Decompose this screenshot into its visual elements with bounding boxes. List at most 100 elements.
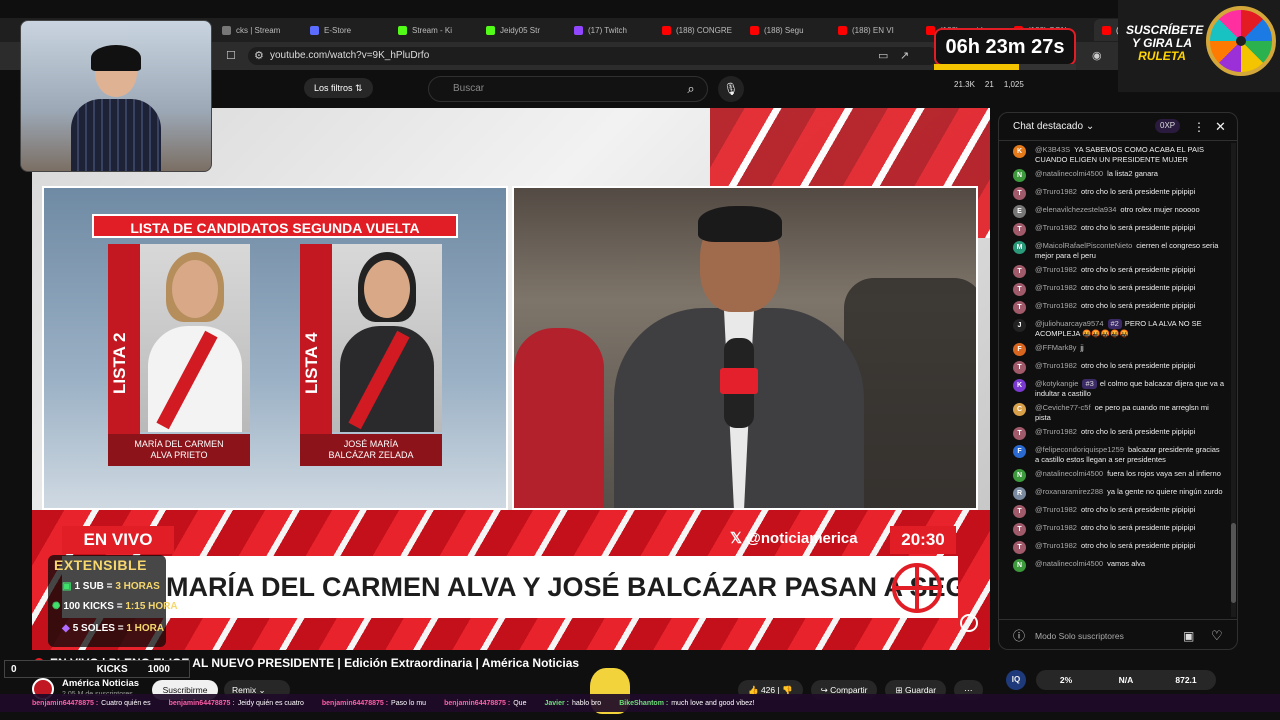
- close-icon[interactable]: ✕: [1215, 113, 1226, 141]
- chat-message: T @Truro1982 otro cho lo será presidente p…: [999, 263, 1231, 281]
- install-icon[interactable]: ▭: [878, 49, 888, 62]
- user-avatar[interactable]: F: [1013, 445, 1026, 458]
- user-avatar[interactable]: K: [1013, 379, 1026, 392]
- heart-icon[interactable]: ♡: [1211, 620, 1223, 649]
- message-author[interactable]: @Truro1982: [1035, 223, 1077, 232]
- chat-mode-dropdown[interactable]: Chat destacado ⌄: [1013, 121, 1094, 132]
- message-text: otro cho lo será presidente pipipipi: [1080, 505, 1196, 514]
- message-author[interactable]: @roxanaramirez288: [1035, 487, 1103, 496]
- message-author[interactable]: @kotykangie: [1035, 379, 1078, 388]
- message-author[interactable]: @natalinecolmi4500: [1035, 469, 1103, 478]
- roulette-wheel-icon: [1206, 6, 1276, 76]
- browser-tab[interactable]: Jeidy05 Str: [478, 19, 564, 41]
- user-avatar[interactable]: T: [1013, 427, 1026, 440]
- reporter-panel: [512, 186, 978, 510]
- user-avatar[interactable]: C: [1013, 403, 1026, 416]
- user-avatar[interactable]: M: [1013, 241, 1026, 254]
- user-avatar[interactable]: T: [1013, 223, 1026, 236]
- user-avatar[interactable]: T: [1013, 187, 1026, 200]
- search-icon[interactable]: ⌕: [675, 77, 707, 101]
- scrollbar-thumb[interactable]: [1231, 523, 1236, 603]
- browser-tab[interactable]: E-Store: [302, 19, 388, 41]
- filters-label: Los filtros: [314, 83, 353, 93]
- url-field[interactable]: youtube.com/watch?v=9K_hPluDrfo: [248, 47, 938, 65]
- message-text: otro cho lo será presidente pipipipi: [1080, 301, 1196, 310]
- info-icon[interactable]: ⓘ: [1013, 620, 1025, 649]
- site-info-icon[interactable]: ⚙: [254, 49, 264, 62]
- row-right: 1:15 HORA: [125, 601, 178, 612]
- xp-badge[interactable]: 0XP: [1155, 119, 1181, 133]
- video-player[interactable]: LISTA DE CANDIDATOS SEGUNDA VUELTA LISTA…: [32, 108, 990, 650]
- coin-icon: ◆: [62, 623, 70, 634]
- ticker-user: BikeShantom :: [619, 699, 669, 707]
- message-author[interactable]: @elenavilchezestela934: [1035, 205, 1116, 214]
- url-text: youtube.com/watch?v=9K_hPluDrfo: [270, 50, 430, 61]
- chat-message: M @MaicolRafaelPiscontеNieto cierren el co…: [999, 239, 1231, 263]
- message-author[interactable]: @FFMark8y: [1035, 343, 1076, 352]
- chat-message: E @elenavilchezestela934 otro rolex mujer …: [999, 203, 1231, 221]
- user-avatar[interactable]: T: [1013, 541, 1026, 554]
- message-author[interactable]: @juliohuarcaya9574: [1035, 319, 1104, 328]
- message-author[interactable]: @Truro1982: [1035, 541, 1077, 550]
- tab-favicon-icon: [662, 25, 671, 35]
- user-avatar[interactable]: K: [1013, 145, 1026, 158]
- tab-label: Jeidy05 Str: [500, 25, 541, 35]
- browser-tab[interactable]: (188) CONGRE: [654, 19, 740, 41]
- user-avatar[interactable]: T: [1013, 505, 1026, 518]
- user-avatar[interactable]: N: [1013, 169, 1026, 182]
- tab-label: (17) Twitch: [588, 25, 627, 35]
- more-options-icon[interactable]: ⋮: [1193, 113, 1205, 141]
- user-avatar[interactable]: T: [1013, 361, 1026, 374]
- bookmark-icon[interactable]: ☐: [226, 49, 236, 62]
- money-icon[interactable]: ▣: [1183, 620, 1194, 649]
- message-author[interactable]: @felipecondoriquispe1259: [1035, 445, 1124, 454]
- row-left: 5 SOLES =: [72, 623, 127, 634]
- candidate-card: LISTA 2 MARÍA DEL CARMEN ALVA PRIETO: [108, 244, 250, 466]
- browser-tab[interactable]: (188) EN VI: [830, 19, 916, 41]
- message-author[interactable]: @Ceviche77-c5f: [1035, 403, 1091, 412]
- user-avatar[interactable]: N: [1013, 469, 1026, 482]
- message-author[interactable]: @Truro1982: [1035, 427, 1077, 436]
- chat-scrollbar[interactable]: [1231, 143, 1236, 617]
- message-author[interactable]: @Truro1982: [1035, 505, 1077, 514]
- message-author[interactable]: @Truro1982: [1035, 187, 1077, 196]
- browser-tab[interactable]: Stream - Ki: [390, 19, 476, 41]
- extension-icon[interactable]: ◉: [1092, 49, 1102, 62]
- user-avatar[interactable]: E: [1013, 205, 1026, 218]
- social-handle: 𝕏 @noticiamerica: [730, 530, 858, 547]
- user-avatar[interactable]: T: [1013, 301, 1026, 314]
- share-icon[interactable]: ↗: [900, 49, 909, 62]
- extensible-panel: EXTENSIBLE ▣ 1 SUB = 3 HORAS ✺ 100 KICKS =…: [48, 555, 178, 647]
- message-author[interactable]: @K3B43S: [1035, 145, 1070, 154]
- microphone-icon[interactable]: 🎙: [718, 76, 744, 102]
- browser-tab[interactable]: cks | Stream: [214, 19, 300, 41]
- message-author[interactable]: @Truro1982: [1035, 361, 1077, 370]
- user-avatar[interactable]: T: [1013, 523, 1026, 536]
- message-author[interactable]: @natalinecolmi4500: [1035, 169, 1103, 178]
- stat-likes: 21: [984, 80, 994, 89]
- extensible-row: ◆ 5 SOLES = 1 HORA: [62, 623, 164, 634]
- user-avatar[interactable]: T: [1013, 265, 1026, 278]
- user-avatar[interactable]: F: [1013, 343, 1026, 356]
- user-avatar[interactable]: T: [1013, 283, 1026, 296]
- message-author[interactable]: @Truro1982: [1035, 301, 1077, 310]
- row-left: 100 KICKS =: [63, 601, 126, 612]
- chat-message: F @felipecondoriquispe1259 balcazar presid…: [999, 443, 1231, 467]
- message-author[interactable]: @Truro1982: [1035, 523, 1077, 532]
- chat-messages: K @K3B43S YA SABEMOS COMO ACABA EL PAIS CU…: [999, 143, 1231, 617]
- tab-favicon-icon: [398, 25, 407, 35]
- filters-button[interactable]: Los filtros ⇅: [304, 78, 373, 98]
- message-author[interactable]: @Truro1982: [1035, 265, 1077, 274]
- message-author[interactable]: @MaicolRafaelPiscontеNieto: [1035, 241, 1132, 250]
- channel-name[interactable]: América Noticias: [62, 678, 139, 689]
- extensible-title: EXTENSIBLE: [54, 557, 147, 573]
- search-input[interactable]: Buscar: [428, 76, 708, 102]
- browser-tab[interactable]: (17) Twitch: [566, 19, 652, 41]
- browser-tab[interactable]: (188) Segu: [742, 19, 828, 41]
- user-avatar[interactable]: R: [1013, 487, 1026, 500]
- message-author[interactable]: @natalinecolmi4500: [1035, 559, 1103, 568]
- message-author[interactable]: @Truro1982: [1035, 283, 1077, 292]
- iq-icon[interactable]: IQ: [1006, 670, 1026, 690]
- user-avatar[interactable]: N: [1013, 559, 1026, 572]
- user-avatar[interactable]: J: [1013, 319, 1026, 332]
